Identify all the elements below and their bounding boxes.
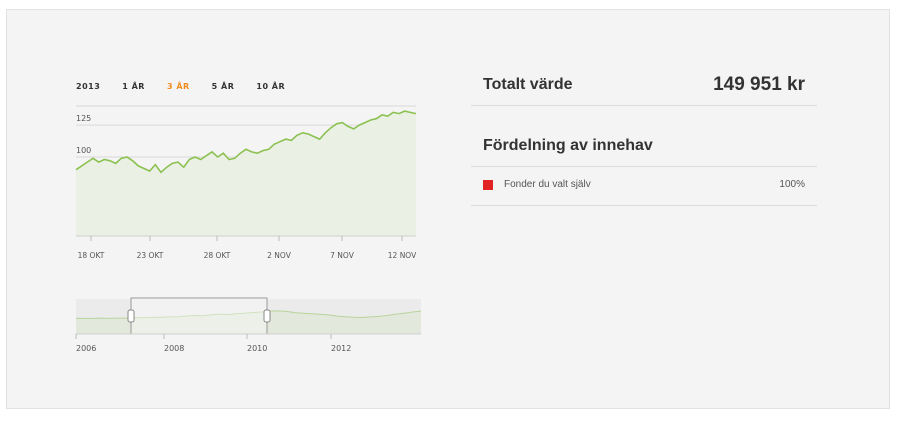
range-navigator[interactable]: 2006 2008 2010 2012 [0,0,906,429]
total-value-row: Totalt värde 149 951 kr [471,70,817,106]
holding-percent: 100% [779,179,805,190]
total-value-amount: 149 951 kr [713,74,805,95]
portfolio-summary: Totalt värde 149 951 kr Fördelning av in… [471,70,817,206]
total-value-label: Totalt värde [483,76,573,93]
holding-name: Fonder du valt själv [504,179,591,190]
holding-color-swatch [483,180,493,190]
navigator-tick-label: 2012 [331,344,351,353]
navigator-handle-right[interactable] [263,309,271,323]
navigator-tick-label: 2008 [164,344,184,353]
distribution-title: Fördelning av innehav [483,137,653,154]
navigator-handle-left[interactable] [127,309,135,323]
navigator-tick-label: 2006 [76,344,96,353]
navigator-tick-label: 2010 [247,344,267,353]
navigator-selection [130,297,268,335]
holding-row[interactable]: Fonder du valt själv 100% [471,167,817,206]
